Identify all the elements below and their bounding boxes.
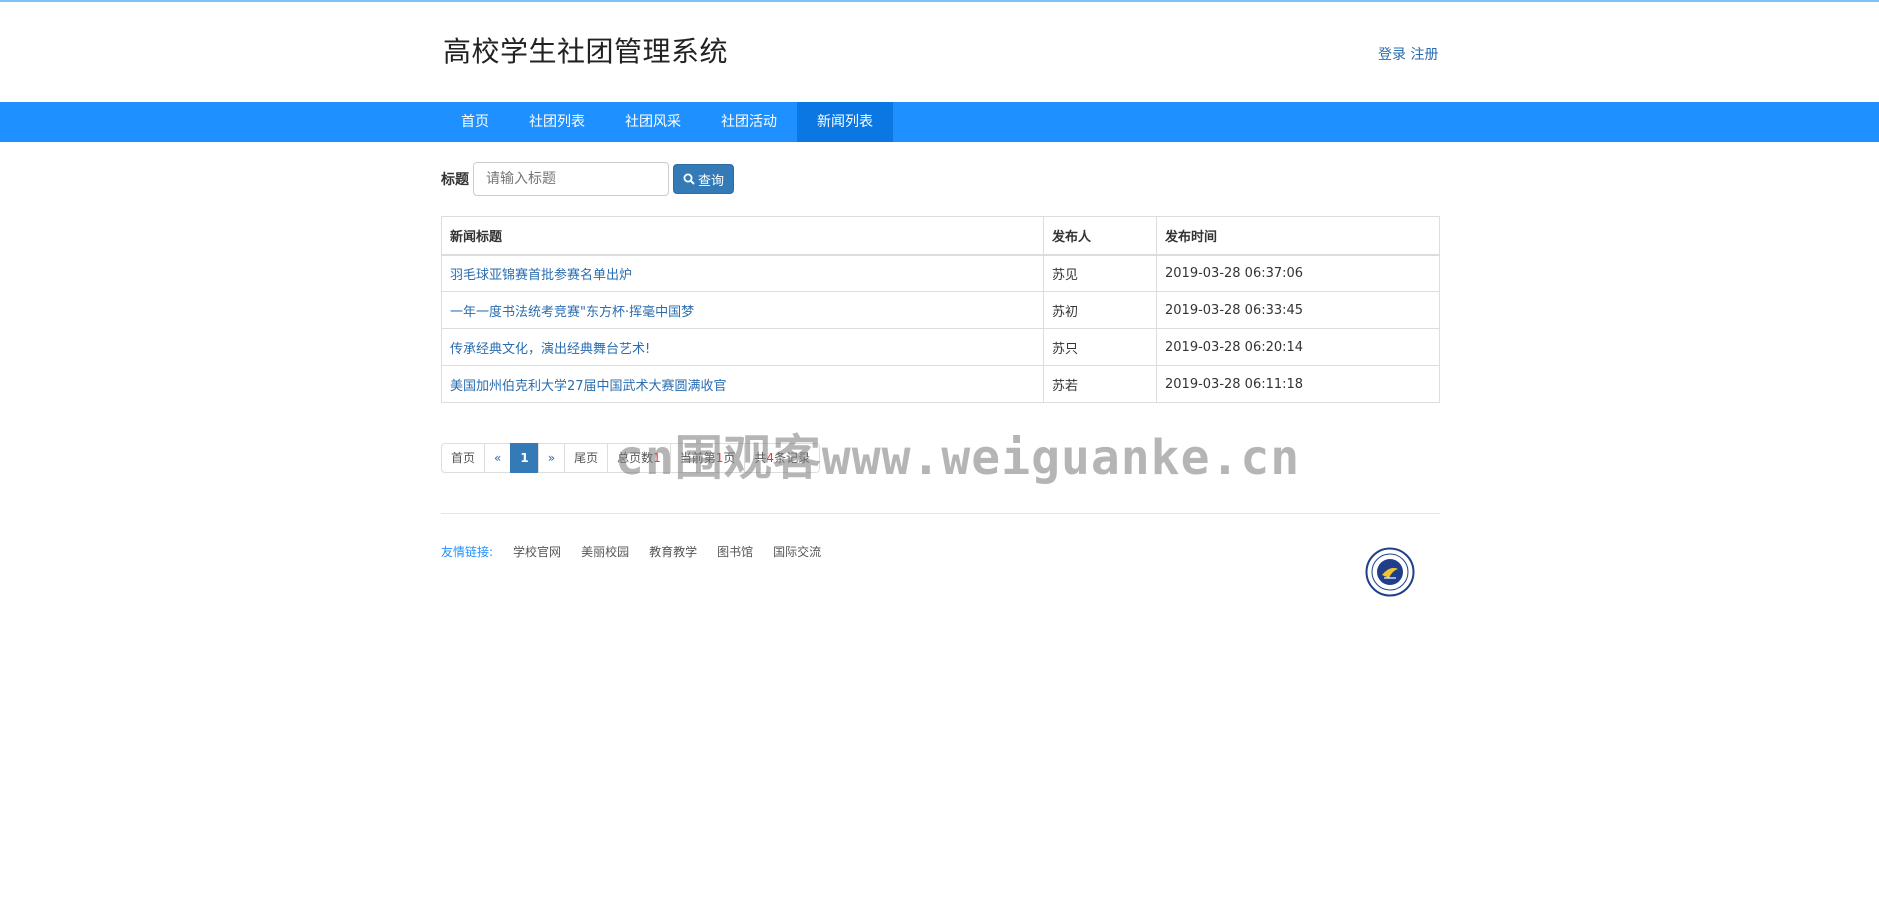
column-header-title: 新闻标题 bbox=[441, 216, 1044, 256]
nav-item-news-list[interactable]: 新闻列表 bbox=[797, 102, 893, 142]
table-header-row: 新闻标题 发布人 发布时间 bbox=[441, 216, 1440, 256]
table-row: 美国加州伯克利大学27届中国武术大赛圆满收官 苏若 2019-03-28 06:… bbox=[441, 365, 1440, 403]
site-title: 高校学生社团管理系统 bbox=[443, 35, 729, 68]
news-author: 苏只 bbox=[1043, 328, 1157, 366]
search-button-label: 查询 bbox=[698, 173, 725, 189]
table-row: 传承经典文化，演出经典舞台艺术! 苏只 2019-03-28 06:20:14 bbox=[441, 328, 1440, 366]
search-icon bbox=[683, 173, 695, 185]
news-author: 苏若 bbox=[1043, 365, 1157, 403]
friend-links: 友情链接: 学校官网 美丽校园 教育教学 图书馆 国际交流 bbox=[441, 543, 841, 560]
news-table: 新闻标题 发布人 发布时间 羽毛球亚锦赛首批参赛名单出炉 苏见 2019-03-… bbox=[441, 216, 1440, 403]
news-author: 苏见 bbox=[1043, 254, 1157, 292]
page-prev-button[interactable]: « bbox=[484, 443, 512, 473]
search-bar: 标题 查询 bbox=[441, 162, 735, 196]
friend-link-education[interactable]: 教育教学 bbox=[649, 543, 697, 560]
friend-link-school-site[interactable]: 学校官网 bbox=[513, 543, 561, 560]
page-next-button[interactable]: » bbox=[537, 443, 566, 473]
friend-link-campus[interactable]: 美丽校园 bbox=[581, 543, 629, 560]
footer-divider bbox=[441, 513, 1440, 514]
nav-item-club-activity[interactable]: 社团活动 bbox=[701, 102, 797, 142]
news-title-link[interactable]: 一年一度书法统考竞赛"东方杯·挥毫中国梦 bbox=[450, 305, 694, 320]
header: 高校学生社团管理系统 登录 注册 bbox=[0, 2, 1879, 102]
news-title-link[interactable]: 美国加州伯克利大学27届中国武术大赛圆满收官 bbox=[450, 379, 727, 394]
login-link[interactable]: 登录 bbox=[1378, 47, 1406, 63]
news-author: 苏初 bbox=[1043, 291, 1157, 329]
page-current-button[interactable]: 1 bbox=[510, 443, 539, 473]
page-last-button[interactable]: 尾页 bbox=[564, 443, 609, 473]
news-time: 2019-03-28 06:20:14 bbox=[1156, 328, 1440, 366]
news-title-link[interactable]: 羽毛球亚锦赛首批参赛名单出炉 bbox=[450, 268, 632, 283]
friend-link-international[interactable]: 国际交流 bbox=[773, 543, 821, 560]
nav-item-home[interactable]: 首页 bbox=[441, 102, 509, 142]
column-header-author: 发布人 bbox=[1043, 216, 1157, 256]
nav-item-club-style[interactable]: 社团风采 bbox=[605, 102, 701, 142]
news-time: 2019-03-28 06:37:06 bbox=[1156, 254, 1440, 292]
search-button[interactable]: 查询 bbox=[673, 164, 735, 194]
auth-links: 登录 注册 bbox=[1378, 44, 1438, 64]
news-time: 2019-03-28 06:33:45 bbox=[1156, 291, 1440, 329]
friend-links-label: 友情链接: bbox=[441, 545, 494, 559]
school-seal-logo bbox=[1365, 547, 1415, 597]
search-input[interactable] bbox=[473, 162, 669, 196]
page-first-button[interactable]: 首页 bbox=[441, 443, 486, 473]
search-label: 标题 bbox=[441, 172, 469, 188]
friend-link-library[interactable]: 图书馆 bbox=[717, 543, 753, 560]
main-nav: 首页 社团列表 社团风采 社团活动 新闻列表 bbox=[0, 102, 1879, 142]
watermark: cn围观客www.weiguanke.cn bbox=[615, 430, 1301, 486]
news-time: 2019-03-28 06:11:18 bbox=[1156, 365, 1440, 403]
nav-item-club-list[interactable]: 社团列表 bbox=[509, 102, 605, 142]
table-row: 一年一度书法统考竞赛"东方杯·挥毫中国梦 苏初 2019-03-28 06:33… bbox=[441, 291, 1440, 329]
column-header-time: 发布时间 bbox=[1156, 216, 1440, 256]
register-link[interactable]: 注册 bbox=[1410, 47, 1438, 63]
table-row: 羽毛球亚锦赛首批参赛名单出炉 苏见 2019-03-28 06:37:06 bbox=[441, 254, 1440, 292]
news-title-link[interactable]: 传承经典文化，演出经典舞台艺术! bbox=[450, 342, 650, 357]
